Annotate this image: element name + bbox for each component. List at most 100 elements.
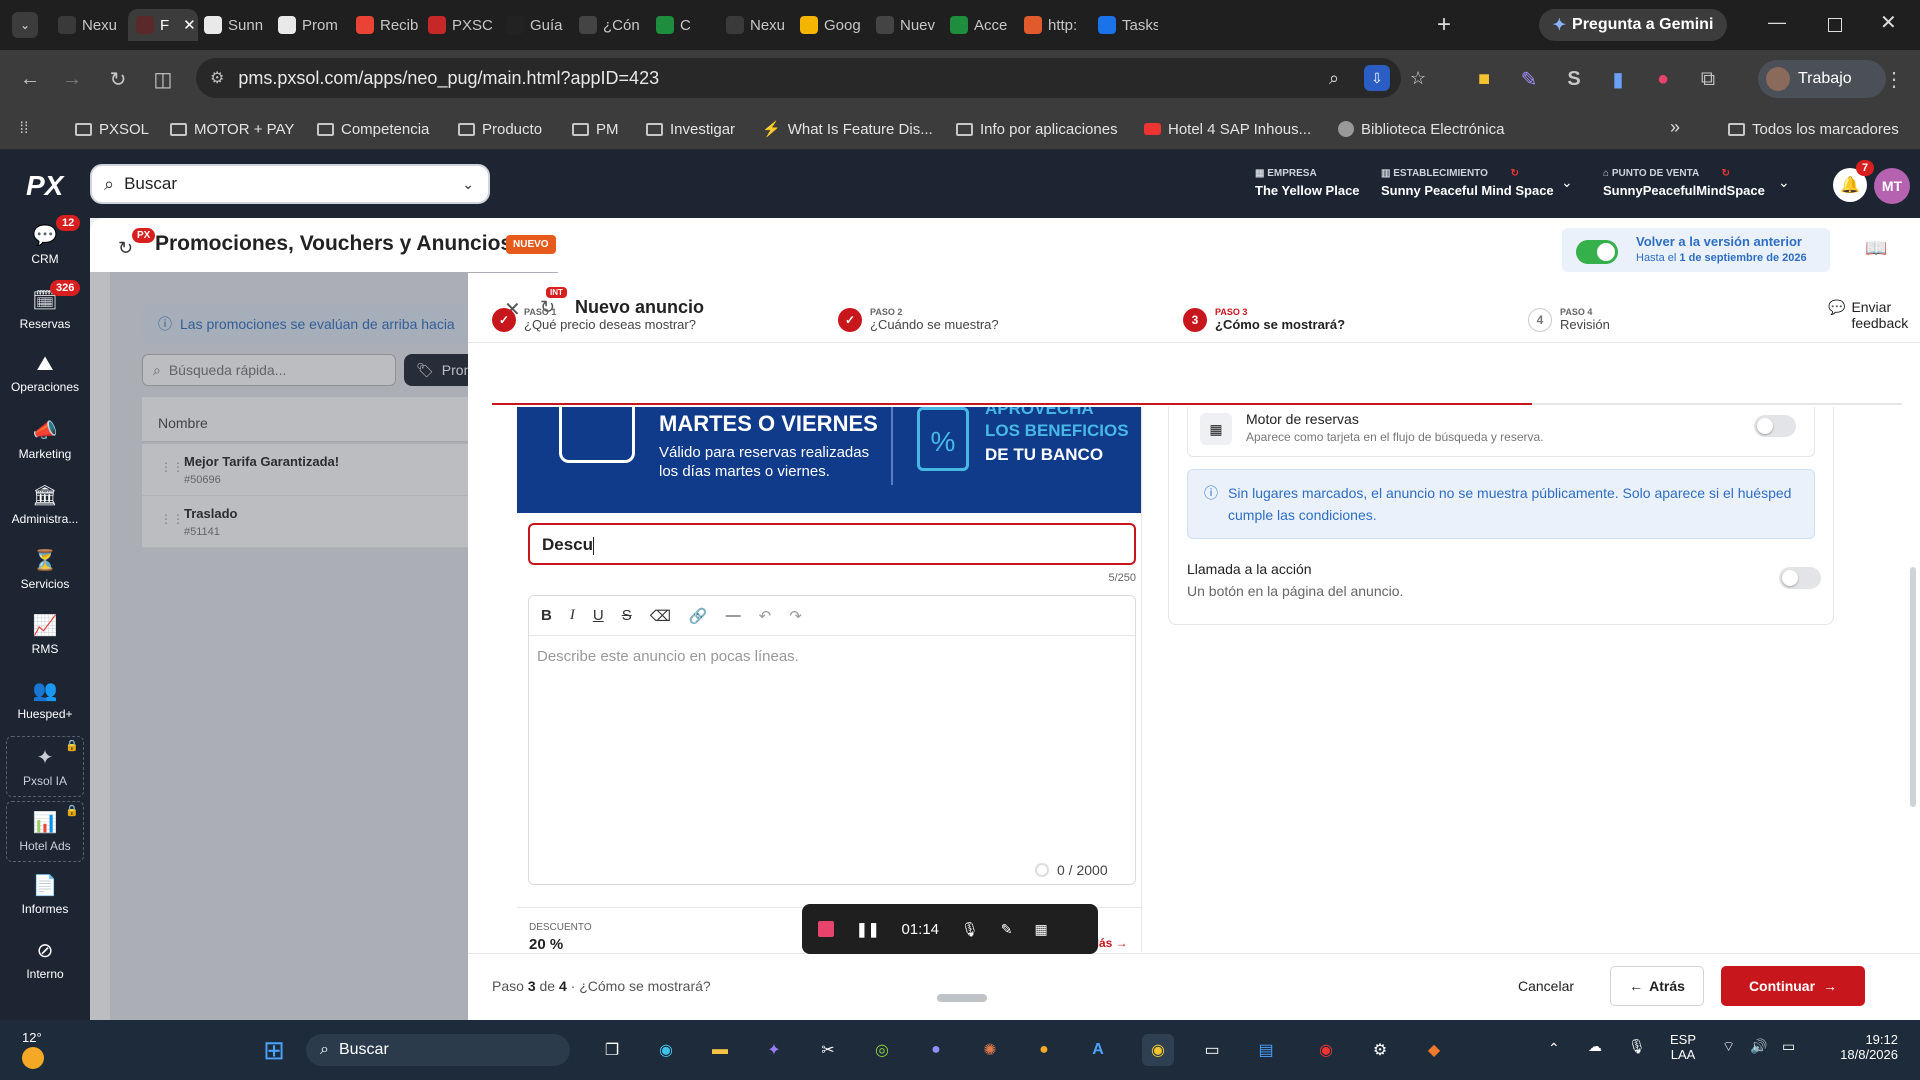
forward-icon[interactable]: →	[58, 65, 86, 93]
sidebar-item-marketing[interactable]: 📣 Marketing	[0, 418, 90, 461]
link-icon[interactable]: 🔗	[689, 607, 708, 625]
reload-icon[interactable]: ↻	[104, 65, 132, 93]
onedrive-icon[interactable]: ☁	[1588, 1038, 1602, 1055]
redo-icon[interactable]: ↷	[789, 607, 802, 625]
moon-app-icon[interactable]: ●	[920, 1034, 952, 1066]
browser-tab[interactable]: Nuev	[868, 9, 940, 41]
punto-venta-selector[interactable]: ⌂ PUNTO DE VENTA ↻ SunnyPeacefulMindSpac…	[1603, 168, 1765, 198]
terminal-icon[interactable]: ▭	[1196, 1034, 1228, 1066]
refresh-icon[interactable]: ↻	[118, 238, 133, 259]
eraser-icon[interactable]: ⌫	[650, 607, 671, 625]
bookmark-item[interactable]: Producto	[458, 117, 542, 141]
version-link[interactable]: Volver a la versión anterior	[1636, 234, 1802, 249]
sidebar-item-pxsolia[interactable]: ✦ Pxsol IA 🔒	[6, 736, 84, 797]
browser-tab[interactable]: Goog	[792, 9, 866, 41]
pxsol-logo[interactable]: PX	[26, 170, 63, 202]
browser-tab[interactable]: F ✕	[128, 9, 198, 41]
restore-button[interactable]	[1828, 18, 1842, 32]
stepper-step-1[interactable]: ✓ PASO 1 ¿Qué precio deseas mostrar?	[492, 307, 696, 332]
sidebar-item-interno[interactable]: ⊘ Interno	[0, 938, 90, 981]
italic-icon[interactable]: I	[570, 607, 575, 624]
extension-pen-icon[interactable]: ✎	[1515, 65, 1543, 93]
extension-s-icon[interactable]: S	[1560, 65, 1588, 93]
spiral-app-icon[interactable]: ◎	[866, 1034, 898, 1066]
browser-tab[interactable]: http:	[1016, 9, 1088, 41]
microphone-icon[interactable]: 🎙	[961, 921, 979, 938]
book-icon[interactable]: 📖	[1865, 238, 1887, 259]
horizontal-rule-icon[interactable]: —	[726, 607, 741, 624]
cancel-button[interactable]: Cancelar	[1506, 966, 1586, 1006]
close-window-button[interactable]: ✕	[1880, 10, 1897, 35]
address-bar[interactable]: ⚙ pms.pxsol.com/apps/neo_pug/main.html?a…	[196, 58, 1426, 98]
webcam-icon[interactable]: ▦	[1035, 921, 1048, 938]
all-bookmarks-folder[interactable]: Todos los marcadores	[1728, 117, 1899, 141]
sidebar-item-rms[interactable]: 📈 RMS	[0, 613, 90, 656]
feedback-link[interactable]: 💬 Enviar feedback	[1828, 299, 1920, 331]
settings-icon[interactable]: ⚙	[1364, 1034, 1396, 1066]
sidebar-item-crm[interactable]: 💬 CRM 12	[0, 215, 90, 266]
fox-app-icon[interactable]: ●	[1028, 1034, 1060, 1066]
sidebar-item-servicios[interactable]: ⏳ Servicios	[0, 548, 90, 591]
tab-search-icon[interactable]: ⌄	[12, 12, 38, 38]
chevron-down-icon[interactable]: ⌄	[1778, 174, 1790, 191]
cta-toggle[interactable]	[1779, 567, 1821, 589]
motor-toggle[interactable]	[1754, 415, 1796, 437]
taskbar-search[interactable]: ⌕ Buscar	[306, 1034, 570, 1066]
chrome-icon[interactable]: ◉	[1142, 1034, 1174, 1066]
browser-tab[interactable]: Recib	[348, 9, 418, 41]
bookmark-item[interactable]: ⚡ What Is Feature Dis...	[762, 117, 933, 141]
extensions-icon[interactable]: ⧉	[1694, 65, 1722, 93]
file-explorer-icon[interactable]: ▬	[704, 1034, 736, 1066]
bookmark-item[interactable]: PXSOL	[75, 117, 149, 141]
wifi-icon[interactable]: ⌔	[1722, 1038, 1735, 1056]
sidebar-item-operaciones[interactable]: ⛰ Operaciones	[0, 353, 90, 394]
mic-tray-icon[interactable]: 🎙	[1628, 1038, 1646, 1055]
stepper-step-3[interactable]: 3 PASO 3 ¿Cómo se mostrará?	[1183, 307, 1345, 332]
stop-record-icon[interactable]	[818, 921, 834, 937]
user-avatar[interactable]: MT	[1874, 168, 1910, 204]
language-indicator[interactable]: ESP LAA	[1670, 1032, 1696, 1062]
brave-icon[interactable]: ◆	[1418, 1034, 1450, 1066]
browser-tab[interactable]: Sunn	[196, 9, 268, 41]
new-tab-button[interactable]: +	[1437, 11, 1451, 39]
minimize-button[interactable]: —	[1768, 12, 1786, 33]
browser-tab[interactable]: PXSC	[420, 9, 496, 41]
profile-button[interactable]: Trabajo	[1758, 60, 1886, 98]
chevron-up-icon[interactable]: ⌃	[1548, 1040, 1560, 1057]
sidebar-item-administra[interactable]: 🏛 Administra...	[0, 483, 90, 526]
undo-icon[interactable]: ↶	[759, 607, 772, 625]
copilot-icon[interactable]: ✦	[758, 1034, 790, 1066]
browser-tab[interactable]: C	[648, 9, 716, 41]
sidebar-item-huesped[interactable]: 👥 Huesped+	[0, 678, 90, 721]
gemini-button[interactable]: ✦ Pregunta a Gemini	[1539, 9, 1727, 41]
zoom-icon[interactable]: ⌕	[1329, 68, 1339, 89]
description-textarea[interactable]: Describe este anuncio en pocas líneas.	[529, 636, 1135, 884]
version-toggle[interactable]	[1576, 240, 1618, 264]
browser-tab[interactable]: Prom	[270, 9, 346, 41]
a-app-icon[interactable]: A	[1082, 1034, 1114, 1066]
bookmark-star-icon[interactable]: ☆	[1410, 68, 1426, 89]
sidebar-item-informes[interactable]: 📄 Informes	[0, 873, 90, 916]
browser-menu-icon[interactable]: ⋮	[1880, 65, 1908, 93]
chevron-down-icon[interactable]: ⌄	[1561, 174, 1573, 191]
browser-tab[interactable]: ¿Cón	[571, 9, 646, 41]
underline-icon[interactable]: U	[593, 607, 604, 624]
sidebar-item-reservas[interactable]: 🗓 Reservas 326	[0, 280, 90, 331]
continue-button[interactable]: Continuar →	[1721, 966, 1865, 1006]
task-view-icon[interactable]: ❐	[596, 1034, 628, 1066]
apps-grid-icon[interactable]: ⁞⁞	[10, 115, 38, 143]
bookmark-item[interactable]: Info por aplicaciones	[956, 117, 1118, 141]
bookmark-item[interactable]: Competencia	[317, 117, 429, 141]
global-search[interactable]: ⌕ Buscar ⌄	[90, 164, 490, 204]
snipping-tool-icon[interactable]: ✂	[812, 1034, 844, 1066]
establecimiento-selector[interactable]: ▥ ESTABLECIMIENTO ↻ Sunny Peaceful Mind …	[1381, 168, 1554, 198]
stepper-step-4[interactable]: 4 PASO 4 Revisión	[1528, 307, 1610, 332]
site-info-icon[interactable]: ⚙	[210, 68, 224, 88]
extension-keep-icon[interactable]: ■	[1470, 65, 1498, 93]
split-view-icon[interactable]: ◫	[149, 65, 177, 93]
close-tab-icon[interactable]: ✕	[183, 16, 196, 34]
scrollbar-thumb[interactable]	[1910, 567, 1916, 807]
browser-tab[interactable]: Nexu	[718, 9, 790, 41]
volume-icon[interactable]: 🔊	[1750, 1038, 1767, 1055]
announcement-title-input[interactable]: Descu	[528, 523, 1136, 565]
